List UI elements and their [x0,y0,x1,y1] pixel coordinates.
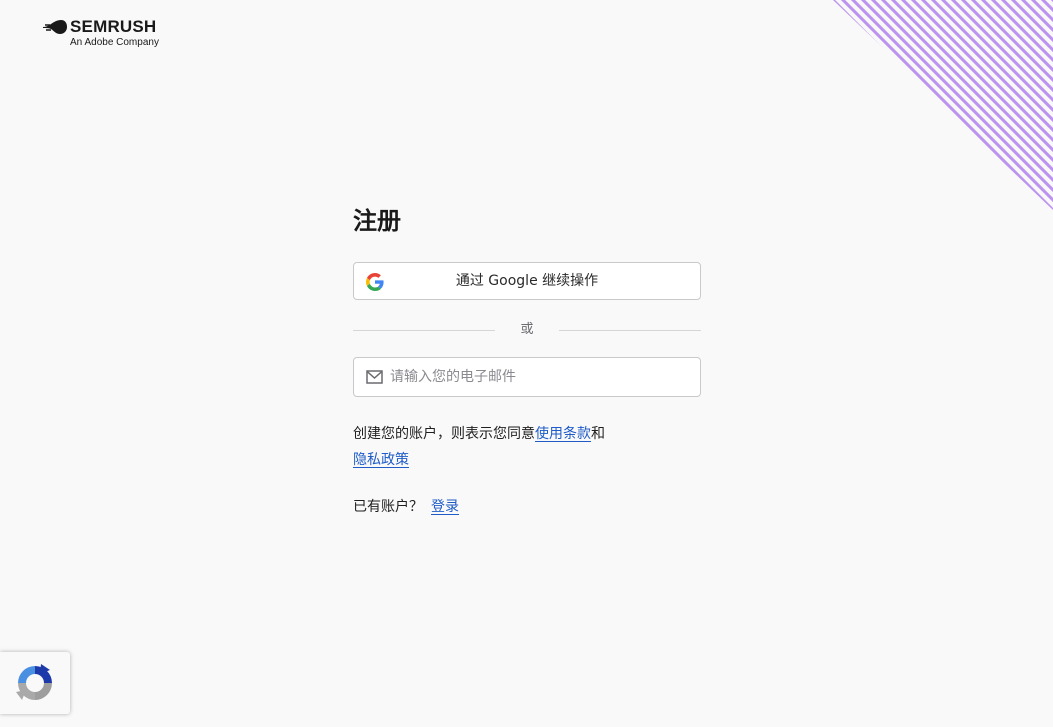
recaptcha-icon [16,664,52,700]
terms-notice: 创建您的账户，则表示您同意使用条款和 隐私政策 [353,421,701,473]
brand-tagline: An Adobe Company [70,37,159,48]
privacy-policy-link[interactable]: 隐私政策 [353,452,409,468]
or-divider: 或 [353,320,701,340]
login-prompt: 已有账户？ [353,499,423,515]
login-link[interactable]: 登录 [431,499,459,515]
login-row: 已有账户？ 登录 [353,495,701,519]
semrush-logo-icon [43,20,67,34]
google-button-label: 通过 Google 继续操作 [455,273,599,289]
divider-line-right [559,330,701,331]
stripes-graphic [833,0,1053,210]
signup-form: 注册 通过 Google 继续操作 或 创建您的账户，则表示您同意使用条款和 隐… [353,200,701,519]
brand-name: SEMRUSH [70,17,157,36]
decorative-stripes [833,0,1053,210]
terms-conjunction: 和 [591,426,605,442]
recaptcha-badge[interactable] [0,652,70,714]
email-input[interactable] [390,358,692,396]
mail-icon [366,370,383,384]
terms-prefix: 创建您的账户，则表示您同意 [353,426,535,442]
page-title: 注册 [353,207,401,235]
semrush-logo[interactable]: SEMRUSH An Adobe Company [42,17,182,51]
email-field[interactable] [353,357,701,397]
google-signin-button[interactable]: 通过 Google 继续操作 [353,262,701,300]
terms-of-use-link[interactable]: 使用条款 [535,426,591,442]
